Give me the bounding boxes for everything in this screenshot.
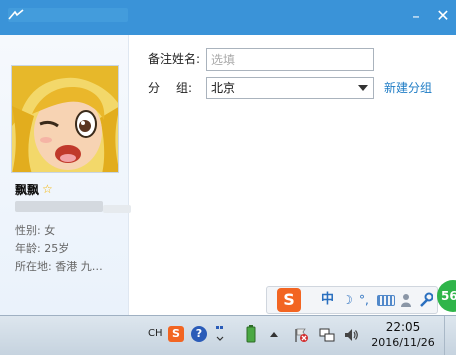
age-info: 年龄: 25岁 bbox=[15, 242, 70, 255]
ime-toolbar[interactable]: S 中 ☽ °, bbox=[266, 286, 438, 314]
group-select[interactable]: 北京 bbox=[206, 77, 374, 99]
sogou-tray-icon[interactable]: S bbox=[168, 326, 184, 342]
keyboard-icon[interactable] bbox=[377, 295, 395, 306]
app-icon bbox=[8, 9, 24, 20]
group-label-a: 分 bbox=[148, 81, 161, 95]
user-icon[interactable] bbox=[401, 293, 411, 307]
nickname: 飘飘 bbox=[15, 182, 40, 197]
location-info: 所在地: 香港 九… bbox=[15, 260, 103, 273]
nickname-row: 飘飘 ☆ bbox=[15, 181, 53, 197]
title-blurred bbox=[8, 8, 128, 22]
ime-mode-toggle[interactable]: 中 bbox=[321, 291, 334, 309]
action-center-flag-icon[interactable] bbox=[293, 327, 309, 343]
system-clock[interactable]: 22:05 2016/11/26 bbox=[368, 320, 438, 350]
clock-time: 22:05 bbox=[385, 320, 421, 334]
add-friend-window: 飘飘 ☆ 性别: 女 年龄: 25岁 所在地: 香港 九… 备注姓名: 分组: … bbox=[0, 35, 456, 315]
punctuation-icon[interactable]: °, bbox=[359, 291, 369, 309]
remark-name-label: 备注姓名: bbox=[148, 52, 201, 66]
halfwidth-moon-icon[interactable]: ☽ bbox=[342, 291, 353, 309]
profile-panel: 飘飘 ☆ 性别: 女 年龄: 25岁 所在地: 香港 九… bbox=[0, 35, 131, 315]
taskbar: CH S ? 22:05 2016/11/26 bbox=[0, 315, 456, 355]
help-icon[interactable]: ? bbox=[191, 326, 207, 342]
avatar-image bbox=[12, 66, 118, 172]
new-group-link[interactable]: 新建分组 bbox=[384, 77, 432, 99]
close-button[interactable]: ✕ bbox=[432, 6, 454, 26]
remark-name-input[interactable] bbox=[206, 48, 374, 71]
group-select-value: 北京 bbox=[211, 81, 236, 95]
volume-icon[interactable] bbox=[343, 327, 359, 343]
account-number-blurred bbox=[15, 201, 103, 212]
chevron-down-icon bbox=[358, 85, 368, 91]
ime-options-icon[interactable] bbox=[214, 324, 226, 344]
network-icon[interactable] bbox=[319, 327, 335, 343]
wrench-icon[interactable] bbox=[419, 292, 433, 308]
gender-info: 性别: 女 bbox=[15, 224, 56, 237]
title-bar: – ✕ bbox=[0, 0, 456, 35]
account-number-blurred-tail bbox=[103, 205, 131, 213]
group-label-b: 组: bbox=[176, 81, 193, 95]
clock-date: 2016/11/26 bbox=[371, 336, 435, 349]
language-indicator[interactable]: CH bbox=[148, 328, 163, 339]
minimize-button[interactable]: – bbox=[405, 6, 427, 26]
show-desktop-button[interactable] bbox=[444, 316, 456, 355]
avatar[interactable] bbox=[11, 65, 119, 173]
battery-icon[interactable] bbox=[244, 324, 258, 344]
group-label: 分 组: bbox=[148, 77, 192, 99]
show-hidden-icons-icon[interactable] bbox=[270, 332, 278, 337]
star-icon: ☆ bbox=[42, 182, 53, 196]
sogou-logo-icon[interactable]: S bbox=[277, 288, 301, 312]
